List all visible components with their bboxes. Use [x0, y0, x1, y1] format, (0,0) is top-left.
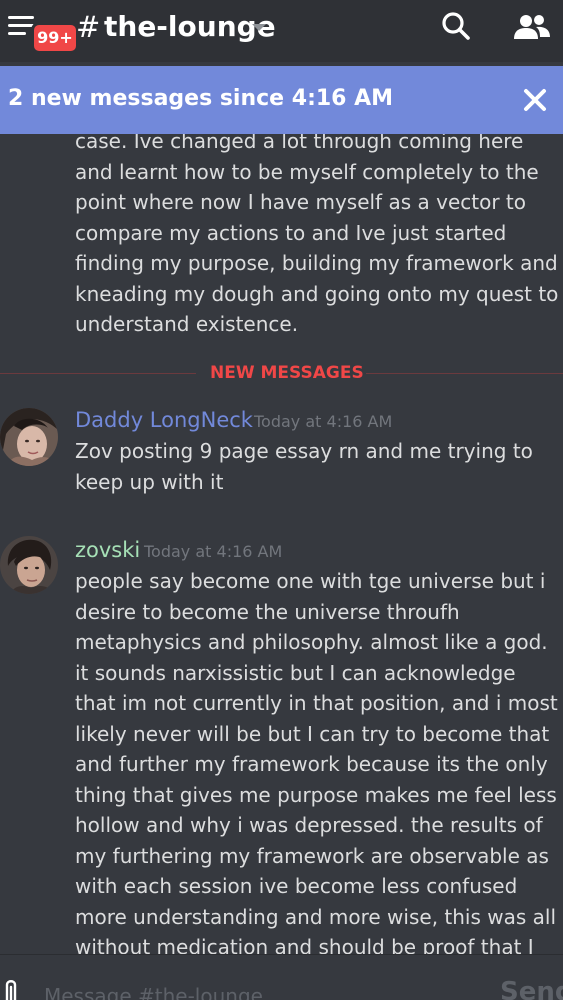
message-content: people say become one with tge universe …	[75, 566, 559, 954]
attach-button[interactable]	[2, 977, 24, 1000]
search-button[interactable]	[440, 10, 474, 44]
paperclip-icon	[5, 980, 17, 1000]
user-avatar-image	[0, 536, 58, 594]
menu-bar-icon	[8, 32, 26, 35]
channel-name[interactable]: the-lounge	[104, 10, 276, 44]
username[interactable]: zovski	[75, 536, 140, 564]
avatar[interactable]	[0, 536, 58, 594]
username[interactable]: Daddy LongNeck	[75, 406, 253, 434]
menu-bar-icon	[8, 16, 34, 19]
message-body: Zov posting 9 page essay rn and me tryin…	[75, 439, 533, 494]
menu-bar-icon	[8, 24, 34, 27]
channel-header: 99+ # the-lounge	[0, 0, 563, 62]
message-body: case. Ive changed a lot through coming h…	[75, 134, 559, 336]
new-messages-label: NEW MESSAGES	[210, 363, 364, 383]
user-avatar-image	[0, 408, 58, 466]
message-timestamp: Today at 4:16 AM	[254, 412, 393, 431]
message-list[interactable]: case. Ive changed a lot through coming h…	[0, 134, 563, 954]
message-input[interactable]	[44, 981, 464, 1000]
message-composer: Send	[0, 954, 563, 1000]
channel-hash-icon: #	[76, 10, 101, 44]
message-body: people say become one with tge universe …	[75, 569, 558, 954]
unread-badge: 99+	[31, 22, 79, 54]
new-messages-bar[interactable]: 2 new messages since 4:16 AM	[0, 66, 563, 134]
avatar[interactable]	[0, 408, 58, 466]
divider-line	[366, 373, 563, 374]
member-list-button[interactable]	[512, 10, 552, 44]
close-icon	[524, 89, 546, 111]
message-timestamp: Today at 4:16 AM	[144, 542, 283, 561]
chevron-down-icon[interactable]	[252, 24, 266, 31]
divider-line	[0, 373, 196, 374]
message-continuation: case. Ive changed a lot through coming h…	[75, 134, 559, 340]
new-messages-divider: NEW MESSAGES	[0, 360, 563, 386]
members-icon	[514, 15, 550, 39]
new-messages-bar-text: 2 new messages since 4:16 AM	[8, 86, 394, 111]
message-content: Zov posting 9 page essay rn and me tryin…	[75, 436, 559, 497]
search-icon	[442, 12, 470, 40]
chat-app: 99+ # the-lounge 2 new messages since 4:…	[0, 0, 563, 1000]
send-button[interactable]: Send	[500, 975, 563, 1000]
dismiss-new-messages-button[interactable]	[521, 86, 549, 114]
